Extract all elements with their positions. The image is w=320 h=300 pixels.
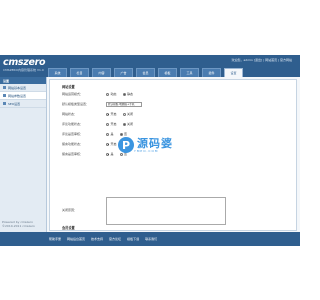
template-select[interactable]: 默认模板-电脑版+手机 [106, 101, 142, 107]
copyright-line: ©2010-2011 cmszero [2, 224, 35, 228]
form-row-template: 默认模板类型设置： 默认模板-电脑版+手机 [62, 101, 142, 107]
field-label: 评论是否审核： [62, 132, 84, 136]
option-label: 开启 [110, 142, 117, 146]
form-row-comment-status: 评论功能状态： 开启 关闭 [62, 121, 139, 127]
sidebar-item-seo[interactable]: SEO设置 [0, 100, 46, 108]
radio-option[interactable]: 关闭 [122, 122, 134, 126]
option-label: 是 [110, 132, 114, 136]
brand-subtitle: CMSZERO内容管理系统 V1.0 [3, 68, 44, 72]
nav-tab[interactable]: 工具 [180, 68, 199, 77]
footer-link[interactable]: 联系我们 [145, 237, 157, 241]
footer-link[interactable]: 模板下载 [127, 237, 139, 241]
footer-link[interactable]: 网站后台首页 [67, 237, 85, 241]
cms-admin-window: cmszero CMSZERO内容管理系统 V1.0 欢迎您，admin [退出… [0, 55, 300, 246]
footer-link[interactable]: 帮助手册 [49, 237, 61, 241]
bullet-icon [3, 102, 6, 105]
nav-tab-settings[interactable]: 设置 [224, 68, 243, 77]
bullet-icon [3, 94, 6, 97]
brand-logo: cmszero [3, 57, 46, 68]
option-label: 否 [124, 132, 128, 136]
top-header: cmszero CMSZERO内容管理系统 V1.0 欢迎您，admin [退出… [0, 55, 300, 77]
nav-tab[interactable]: 插件 [202, 68, 221, 77]
radio-option[interactable]: 否 [119, 132, 128, 136]
option-label: 动态 [110, 92, 117, 96]
sidebar: 设置 网站基本设置 网站参数设置 SEO设置 Powered by cmszer… [0, 77, 47, 246]
radio-option[interactable]: 动态 [106, 92, 117, 96]
radio-on[interactable] [106, 112, 109, 116]
sidebar-item-label: 网站基本设置 [8, 85, 27, 90]
radio-static[interactable] [122, 92, 126, 96]
field-label: 关闭原因： [62, 208, 78, 212]
watermark: P 源码婆 YMPO.COM [118, 137, 173, 153]
footer-link[interactable]: 官方论坛 [109, 237, 121, 241]
sidebar-item-basic[interactable]: 网站基本设置 [0, 84, 46, 92]
radio-no[interactable] [119, 132, 123, 136]
radio-on[interactable] [106, 142, 109, 146]
option-label: 关闭 [127, 112, 134, 116]
option-label: 开启 [110, 112, 117, 116]
option-label: 是 [110, 152, 114, 156]
field-label: 留言功能状态： [62, 142, 84, 146]
radio-off[interactable] [122, 112, 126, 116]
section-title: 网站设置 [62, 85, 75, 89]
field-label: 网站运营模式： [62, 92, 84, 96]
sidebar-title: 设置 [0, 77, 46, 84]
watermark-logo-icon: P [118, 137, 134, 153]
nav-tab[interactable]: 会员 [136, 68, 155, 77]
field-label: 网站状态： [62, 112, 78, 116]
footer-link[interactable]: 技术支持 [91, 237, 103, 241]
nav-tab[interactable]: 栏目 [70, 68, 89, 77]
field-label: 默认模板类型设置： [62, 102, 90, 106]
option-label: 关闭 [127, 122, 134, 126]
watermark-textblock: 源码婆 YMPO.COM [134, 138, 173, 153]
form-row-close-reason: 关闭原因： [62, 207, 106, 213]
option-label: 开启 [110, 122, 117, 126]
field-label: 留言是否审核： [62, 152, 84, 156]
watermark-text: 源码婆 [137, 136, 173, 150]
form-row-mode: 网站运营模式： 动态 静态 [62, 91, 139, 97]
radio-option[interactable]: 关闭 [122, 112, 134, 116]
radio-yes[interactable] [106, 152, 109, 156]
radio-option[interactable]: 开启 [106, 112, 117, 116]
form-row-site-status: 网站状态： 开启 关闭 [62, 111, 139, 117]
option-label: 静态 [127, 92, 134, 96]
footer-bar: 帮助手册 网站后台首页 技术支持 官方论坛 模板下载 联系我们 [0, 232, 300, 246]
main-nav: 系统 栏目 内容 广告 会员 模板 工具 插件 设置 [48, 68, 246, 77]
radio-off[interactable] [122, 122, 126, 126]
field-label: 评论功能状态： [62, 122, 84, 126]
powered-by: Powered by cmszero ©2010-2011 cmszero [2, 220, 35, 228]
sidebar-item-params[interactable]: 网站参数设置 [0, 92, 46, 100]
radio-option[interactable]: 开启 [106, 142, 117, 146]
nav-tab[interactable]: 广告 [114, 68, 133, 77]
radio-yes[interactable] [106, 132, 109, 136]
radio-option[interactable]: 开启 [106, 122, 117, 126]
radio-option[interactable]: 是 [106, 152, 114, 156]
radio-option[interactable]: 静态 [122, 92, 134, 96]
nav-tab[interactable]: 系统 [48, 68, 67, 77]
nav-tab[interactable]: 模板 [158, 68, 177, 77]
nav-tab[interactable]: 内容 [92, 68, 111, 77]
radio-dynamic[interactable] [106, 92, 109, 96]
close-reason-textarea[interactable] [106, 197, 226, 225]
section-title-member: 会员设置 [62, 226, 75, 230]
welcome-links[interactable]: 欢迎您，admin [退出] | 网站首页 | 官方网站 [231, 58, 292, 62]
radio-option[interactable]: 是 [106, 132, 114, 136]
sidebar-item-label: SEO设置 [8, 101, 21, 106]
sidebar-item-label: 网站参数设置 [8, 93, 27, 98]
bullet-icon [3, 86, 6, 89]
settings-panel: 网站设置 网站运营模式： 动态 静态 默认模板类型设置： 默认模板-电脑版+手机… [49, 79, 297, 231]
radio-on[interactable] [106, 122, 109, 126]
